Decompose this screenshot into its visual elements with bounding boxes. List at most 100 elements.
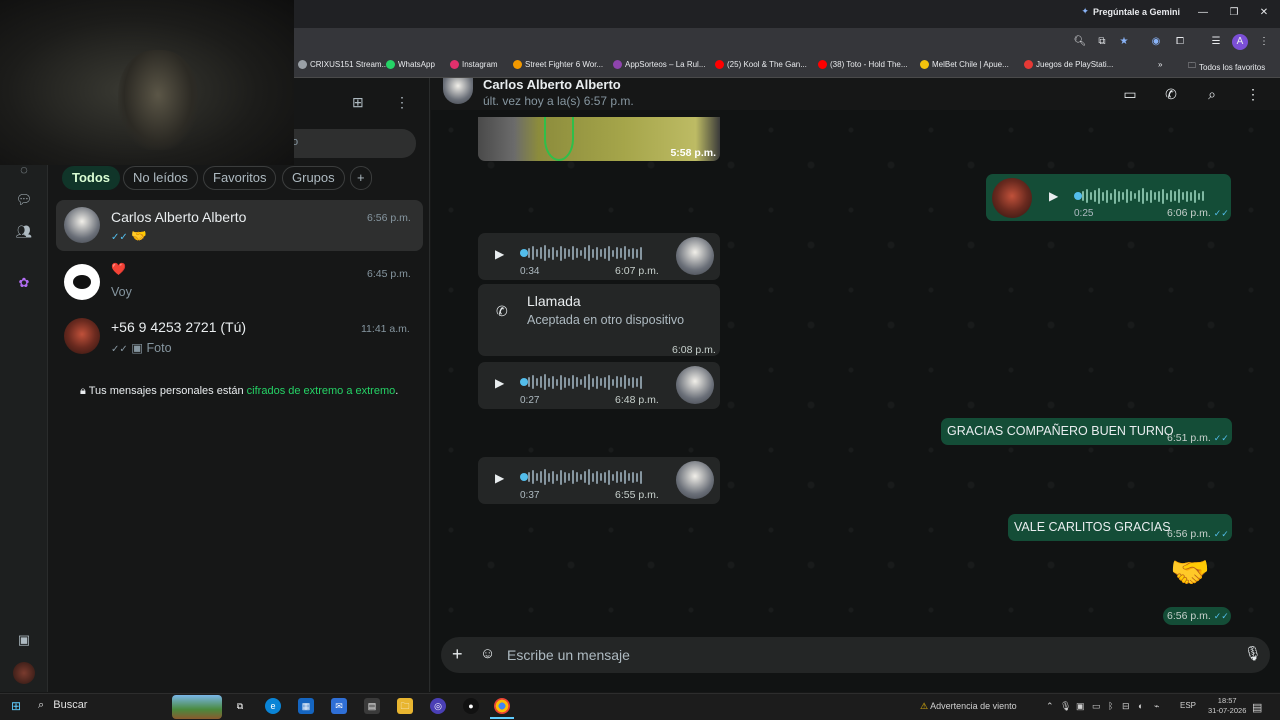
playback-knob[interactable] — [520, 473, 528, 481]
new-chat-icon[interactable]: ⊞ — [352, 94, 370, 112]
emoji-message: 🤝 — [1170, 554, 1210, 590]
close-window-button[interactable]: ✕ — [1249, 4, 1279, 22]
profile-avatar[interactable]: A — [1232, 34, 1248, 50]
playback-knob[interactable] — [520, 249, 528, 257]
outgoing-text-message: VALE CARLITOS GRACIAS 6:56 p.m. ✓✓ — [1008, 514, 1232, 541]
channels-icon[interactable]: 💬︎ — [14, 190, 34, 210]
waveform-bar — [544, 374, 546, 390]
bookmark-item[interactable]: AppSorteos – La Rul... — [613, 60, 706, 69]
bookmark-star-icon[interactable]: ★ — [1116, 34, 1132, 50]
waveform-bar — [604, 471, 606, 483]
install-app-icon[interactable]: ⧉ — [1094, 34, 1110, 50]
minimize-button[interactable]: — — [1188, 4, 1218, 22]
extension-icon[interactable]: ◉ — [1148, 34, 1164, 50]
bookmark-item[interactable]: (38) Toto - Hold The... — [818, 60, 908, 69]
zoom-icon[interactable]: 🔍︎ — [1072, 34, 1088, 50]
chatlist-menu-icon[interactable]: ⋮ — [395, 94, 409, 112]
taskbar-search[interactable]: ⌕ Buscar — [38, 699, 87, 712]
bookmark-item[interactable]: Street Fighter 6 Wor... — [513, 60, 603, 69]
filter-chip-grupos[interactable]: Grupos — [282, 166, 345, 190]
meta-ai-icon[interactable]: ✿ — [14, 273, 34, 293]
add-filter-button[interactable]: + — [350, 166, 372, 190]
waveform-bar — [1146, 191, 1148, 201]
bookmark-item[interactable]: Instagram — [450, 60, 498, 69]
encryption-link[interactable]: cifrados de extremo a extremo — [247, 385, 396, 397]
search-highlight-image[interactable] — [172, 695, 222, 719]
profile-avatar-rail[interactable] — [13, 662, 35, 684]
bookmark-item[interactable]: Juegos de PlayStati... — [1024, 60, 1113, 69]
voice-waveform[interactable] — [1074, 188, 1204, 204]
tray-volume-icon[interactable]: ◐ — [1138, 701, 1143, 711]
tray-network-icon[interactable]: ⊟ — [1122, 701, 1130, 712]
attach-plus-icon[interactable]: + — [452, 644, 463, 665]
gemini-button[interactable]: ✦ Pregúntale a Gemini — [1081, 6, 1180, 17]
play-icon[interactable]: ▶ — [495, 376, 504, 390]
extensions-puzzle-icon[interactable]: ⧠ — [1172, 34, 1188, 50]
tray-app-icon[interactable]: ▣ — [1076, 701, 1085, 712]
language-indicator[interactable]: ESP — [1180, 701, 1196, 710]
message-time: 6:08 p.m. — [672, 344, 716, 356]
voice-waveform[interactable] — [520, 245, 642, 261]
video-call-icon[interactable]: ▭ — [1120, 84, 1140, 104]
waveform-bar — [612, 473, 614, 481]
notifications-icon[interactable]: ▤ — [1252, 701, 1262, 714]
windows-start-icon[interactable]: ⊞ — [8, 698, 24, 714]
file-explorer-icon[interactable]: 🗀 — [397, 698, 413, 714]
communities-icon[interactable]: 👥︎ — [14, 222, 34, 242]
playback-knob[interactable] — [520, 378, 528, 386]
store-icon[interactable]: ▦ — [298, 698, 314, 714]
task-view-icon[interactable]: ⧉ — [232, 698, 248, 714]
message-time: 6:48 p.m. — [615, 394, 659, 406]
filter-chip-favoritos[interactable]: Favoritos — [203, 166, 277, 190]
waveform-bar — [576, 248, 578, 258]
tray-microphone-icon[interactable]: 🎙︎ — [1060, 701, 1071, 712]
voice-call-icon[interactable]: ✆ — [1161, 84, 1181, 104]
message-input[interactable]: Escribe un mensaje — [507, 647, 630, 663]
app-icon[interactable]: ◎ — [430, 698, 446, 714]
chrome-icon[interactable] — [494, 698, 510, 714]
reading-list-icon[interactable]: ☰ — [1208, 34, 1224, 50]
message-text: VALE CARLITOS GRACIAS — [1014, 520, 1171, 534]
browser-menu-icon[interactable]: ⋮ — [1256, 34, 1272, 50]
tray-battery-icon[interactable]: ▭ — [1092, 701, 1101, 712]
mail-icon[interactable]: ✉ — [331, 698, 347, 714]
waveform-bar — [576, 377, 578, 387]
filter-chip-no-leidos[interactable]: No leídos — [123, 166, 198, 190]
media-icon[interactable]: ▣ — [14, 630, 34, 650]
image-message[interactable]: 5:58 p.m. — [478, 117, 720, 161]
bookmark-item[interactable]: (25) Kool & The Gan... — [715, 60, 807, 69]
edge-icon[interactable]: e — [265, 698, 281, 714]
weather-widget[interactable]: ⚠ Advertencia de viento — [920, 701, 1017, 712]
voice-waveform[interactable] — [520, 469, 642, 485]
bookmark-item[interactable]: MelBet Chile | Apue... — [920, 60, 1009, 69]
emoji-sticker-icon[interactable]: ☺ — [480, 645, 495, 662]
conversation-menu-icon[interactable]: ⋮ — [1243, 84, 1263, 104]
maximize-button[interactable]: ❐ — [1219, 4, 1249, 22]
search-icon[interactable]: ⌕ — [1202, 84, 1222, 104]
filter-chip-todos[interactable]: Todos — [62, 166, 121, 190]
bluetooth-icon[interactable]: ᛒ — [1108, 701, 1113, 711]
tray-chevron-icon[interactable]: ⌃ — [1046, 701, 1054, 712]
waveform-bar — [1174, 191, 1176, 201]
play-icon[interactable]: ▶ — [495, 247, 504, 261]
tray-usb-icon[interactable]: ⌁ — [1154, 701, 1159, 712]
incoming-voice-message: ▶ 0:37 6:55 p.m. — [478, 457, 720, 504]
calculator-icon[interactable]: ▤ — [364, 698, 380, 714]
call-message[interactable]: ✆ Llamada Aceptada en otro dispositivo 6… — [478, 284, 720, 356]
playback-knob[interactable] — [1074, 192, 1082, 200]
play-icon[interactable]: ▶ — [1049, 189, 1058, 203]
play-icon[interactable]: ▶ — [495, 471, 504, 485]
obs-icon[interactable]: ● — [463, 698, 479, 714]
all-favorites-folder[interactable]: 🗀 Todos los favoritos — [1188, 60, 1265, 74]
clock[interactable]: 18:57 31-07-2026 — [1208, 696, 1246, 716]
chat-preview: ✓✓ ▣ Foto — [111, 341, 172, 355]
waveform-bar — [596, 470, 598, 484]
chat-avatar — [64, 318, 100, 354]
voice-waveform[interactable] — [520, 374, 642, 390]
bookmark-item[interactable]: CRIXUS151 Stream... — [298, 60, 388, 69]
more-bookmarks-button[interactable]: » — [1158, 60, 1162, 69]
bookmark-item[interactable]: WhatsApp — [386, 60, 435, 69]
microphone-icon[interactable]: 🎙︎ — [1244, 645, 1262, 662]
contact-name[interactable]: Carlos Alberto Alberto — [483, 77, 621, 92]
waveform-bar — [624, 246, 626, 260]
